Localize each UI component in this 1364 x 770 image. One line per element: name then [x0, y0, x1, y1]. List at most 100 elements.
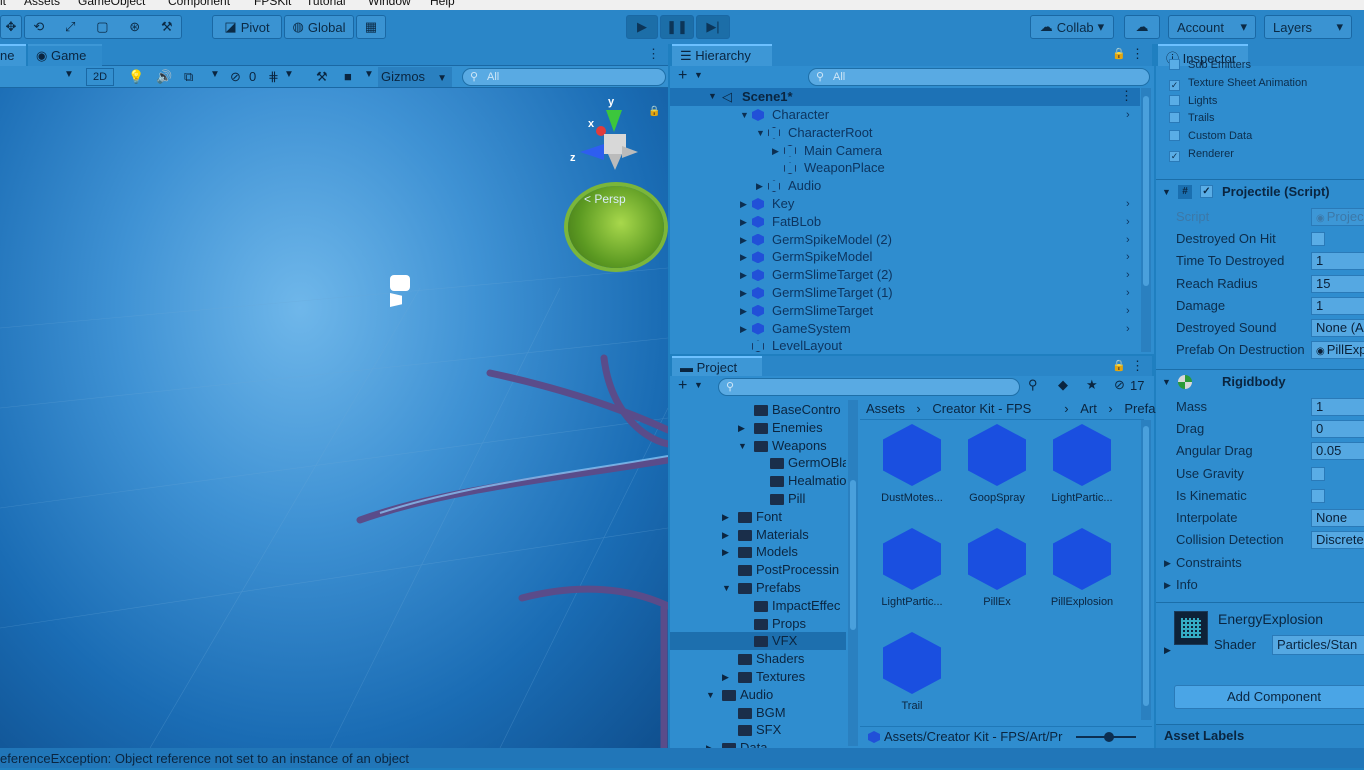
module-row[interactable]: Trails: [1162, 110, 1362, 127]
module-row[interactable]: Sub Emitters: [1162, 57, 1362, 74]
folder-item[interactable]: BaseContro: [670, 401, 846, 419]
hierarchy-item[interactable]: ▶ GermSpikeModel (2) ›: [670, 231, 1140, 249]
chevron-down-icon[interactable]: ▼: [738, 437, 747, 455]
hierarchy-search-input[interactable]: ⚲ All: [808, 68, 1150, 86]
module-checkbox[interactable]: ✓: [1169, 79, 1180, 91]
folder-item[interactable]: PostProcessin: [670, 561, 846, 579]
chevron-right-icon[interactable]: ▶: [722, 668, 729, 686]
cloud-services-button[interactable]: ☁: [1124, 15, 1160, 39]
hierarchy-item[interactable]: ▶ GermSlimeTarget ›: [670, 302, 1140, 320]
chevron-down-icon[interactable]: ▼: [722, 579, 731, 597]
breadcrumb-item[interactable]: Creator Kit - FPS: [932, 401, 1031, 416]
chevron-down-icon[interactable]: ▼: [756, 124, 765, 142]
hierarchy-item[interactable]: ▶ Main Camera: [670, 142, 1140, 160]
chevron-down-icon[interactable]: ▼: [694, 380, 703, 390]
orientation-gizmo[interactable]: y x z 🔒: [570, 96, 660, 176]
zoom-slider[interactable]: [1076, 732, 1136, 742]
folder-item[interactable]: Pill: [670, 490, 846, 508]
folder-item[interactable]: SFX: [670, 721, 846, 739]
prefab-asset[interactable]: LightPartic...: [1042, 424, 1122, 504]
camera-gizmo-icon[interactable]: [390, 275, 414, 315]
transform-icon[interactable]: ⚒: [161, 19, 173, 35]
2d-toggle[interactable]: 2D: [86, 68, 114, 86]
filter-type-icon[interactable]: ⚲: [1028, 377, 1038, 393]
chevron-right-icon[interactable]: ›: [1126, 213, 1130, 231]
hierarchy-item[interactable]: ▶ GermSlimeTarget (1) ›: [670, 284, 1140, 302]
hidden-objects-icon[interactable]: ⊘: [230, 69, 241, 85]
project-search-input[interactable]: ⚲: [718, 378, 1020, 396]
chevron-down-icon[interactable]: ▼: [210, 69, 220, 80]
menu-item[interactable]: Window: [368, 0, 411, 8]
more-icon[interactable]: ⋮: [1131, 46, 1144, 62]
folder-item[interactable]: ▶ Enemies: [670, 419, 846, 437]
pause-button[interactable]: ❚❚: [660, 15, 694, 39]
field-value[interactable]: ◉ PillExp: [1311, 341, 1364, 360]
chevron-right-icon[interactable]: ▶: [722, 526, 729, 544]
hierarchy-item[interactable]: ▼ CharacterRoot: [670, 124, 1140, 142]
folder-item[interactable]: ▼ Prefabs: [670, 579, 846, 597]
chevron-down-icon[interactable]: ▼: [284, 69, 294, 80]
chevron-right-icon[interactable]: ▶: [772, 142, 779, 160]
menu-item[interactable]: Assets: [24, 0, 60, 8]
snap-button[interactable]: ▦: [356, 15, 386, 39]
prefab-asset[interactable]: Trail: [872, 632, 952, 712]
more-icon[interactable]: ⋮: [647, 46, 660, 62]
folder-item[interactable]: GermOBla: [670, 454, 846, 472]
hierarchy-item[interactable]: ▶ GermSpikeModel ›: [670, 248, 1140, 266]
folder-item[interactable]: ▼ Weapons: [670, 437, 846, 455]
chevron-right-icon[interactable]: ▶: [740, 231, 747, 249]
tab-scene[interactable]: ne: [0, 44, 26, 66]
lock-icon[interactable]: 🔒: [1112, 359, 1126, 372]
folder-item[interactable]: VFX: [670, 632, 846, 651]
favorite-icon[interactable]: ★: [1086, 377, 1098, 393]
chevron-down-icon[interactable]: ▼: [694, 70, 703, 80]
chevron-right-icon[interactable]: ▶: [740, 195, 747, 213]
field-value[interactable]: Discrete: [1311, 531, 1364, 550]
chevron-down-icon[interactable]: ▼: [708, 91, 717, 101]
camera-icon[interactable]: ■: [344, 69, 352, 84]
rigidbody-component-header[interactable]: ▼ Rigidbody: [1156, 369, 1364, 393]
rotate-icon[interactable]: ⤢: [65, 19, 75, 35]
menu-item[interactable]: GameObject: [78, 0, 145, 8]
field-value[interactable]: 0: [1311, 420, 1364, 439]
persp-label[interactable]: < Persp: [584, 192, 626, 206]
audio-icon[interactable]: 🔊: [156, 69, 172, 85]
hierarchy-item[interactable]: ▶ Audio: [670, 177, 1140, 195]
module-checkbox[interactable]: [1169, 112, 1180, 124]
shader-dropdown[interactable]: Particles/Stan: [1272, 635, 1364, 655]
breadcrumb-item[interactable]: Art: [1080, 401, 1097, 416]
chevron-right-icon[interactable]: ▶: [740, 266, 747, 284]
prefab-asset[interactable]: PillExplosion: [1042, 528, 1122, 608]
menu-item[interactable]: Help: [430, 0, 455, 8]
module-row[interactable]: Custom Data: [1162, 128, 1362, 145]
account-dropdown[interactable]: Account ▾: [1168, 15, 1256, 39]
material-preview[interactable]: [1174, 611, 1208, 645]
folder-item[interactable]: ▶ Font: [670, 508, 846, 526]
module-checkbox[interactable]: [1169, 94, 1180, 106]
play-button[interactable]: ▶: [626, 15, 658, 39]
folder-item[interactable]: ImpactEffec: [670, 597, 846, 615]
lighting-icon[interactable]: 💡: [128, 69, 144, 85]
prefab-asset[interactable]: LightPartic...: [872, 528, 952, 608]
chevron-right-icon[interactable]: ›: [1126, 195, 1130, 213]
chevron-right-icon[interactable]: ▶: [722, 543, 729, 561]
scene-header-row[interactable]: ▼ ◁ Scene1* ⋮: [670, 88, 1140, 106]
component-enabled-checkbox[interactable]: ✓: [1200, 185, 1213, 198]
chevron-down-icon[interactable]: ▼: [364, 69, 374, 80]
lock-icon[interactable]: 🔒: [648, 106, 660, 117]
gizmos-dropdown[interactable]: Gizmos ▼: [378, 67, 452, 87]
tab-hierarchy[interactable]: ☰ Hierarchy: [672, 44, 772, 66]
chevron-right-icon[interactable]: ▶: [740, 248, 747, 266]
rect-icon[interactable]: ⊛: [129, 19, 140, 35]
chevron-right-icon[interactable]: ▶: [740, 320, 747, 338]
tools-icon[interactable]: ⚒: [316, 69, 328, 85]
asset-labels-header[interactable]: Asset Labels: [1156, 724, 1364, 748]
folder-item[interactable]: ▶ Models: [670, 543, 846, 561]
hierarchy-item[interactable]: ▶ Key ›: [670, 195, 1140, 213]
foldout-info[interactable]: ▶ Info: [1164, 575, 1364, 595]
breadcrumb-item[interactable]: Assets: [866, 401, 905, 416]
folder-item[interactable]: ▶ Textures: [670, 668, 846, 686]
hierarchy-item[interactable]: LevelLayout: [670, 337, 1140, 355]
global-button[interactable]: ◍ Global: [284, 15, 354, 39]
scene-viewport[interactable]: y x z 🔒 < Persp: [0, 88, 668, 748]
